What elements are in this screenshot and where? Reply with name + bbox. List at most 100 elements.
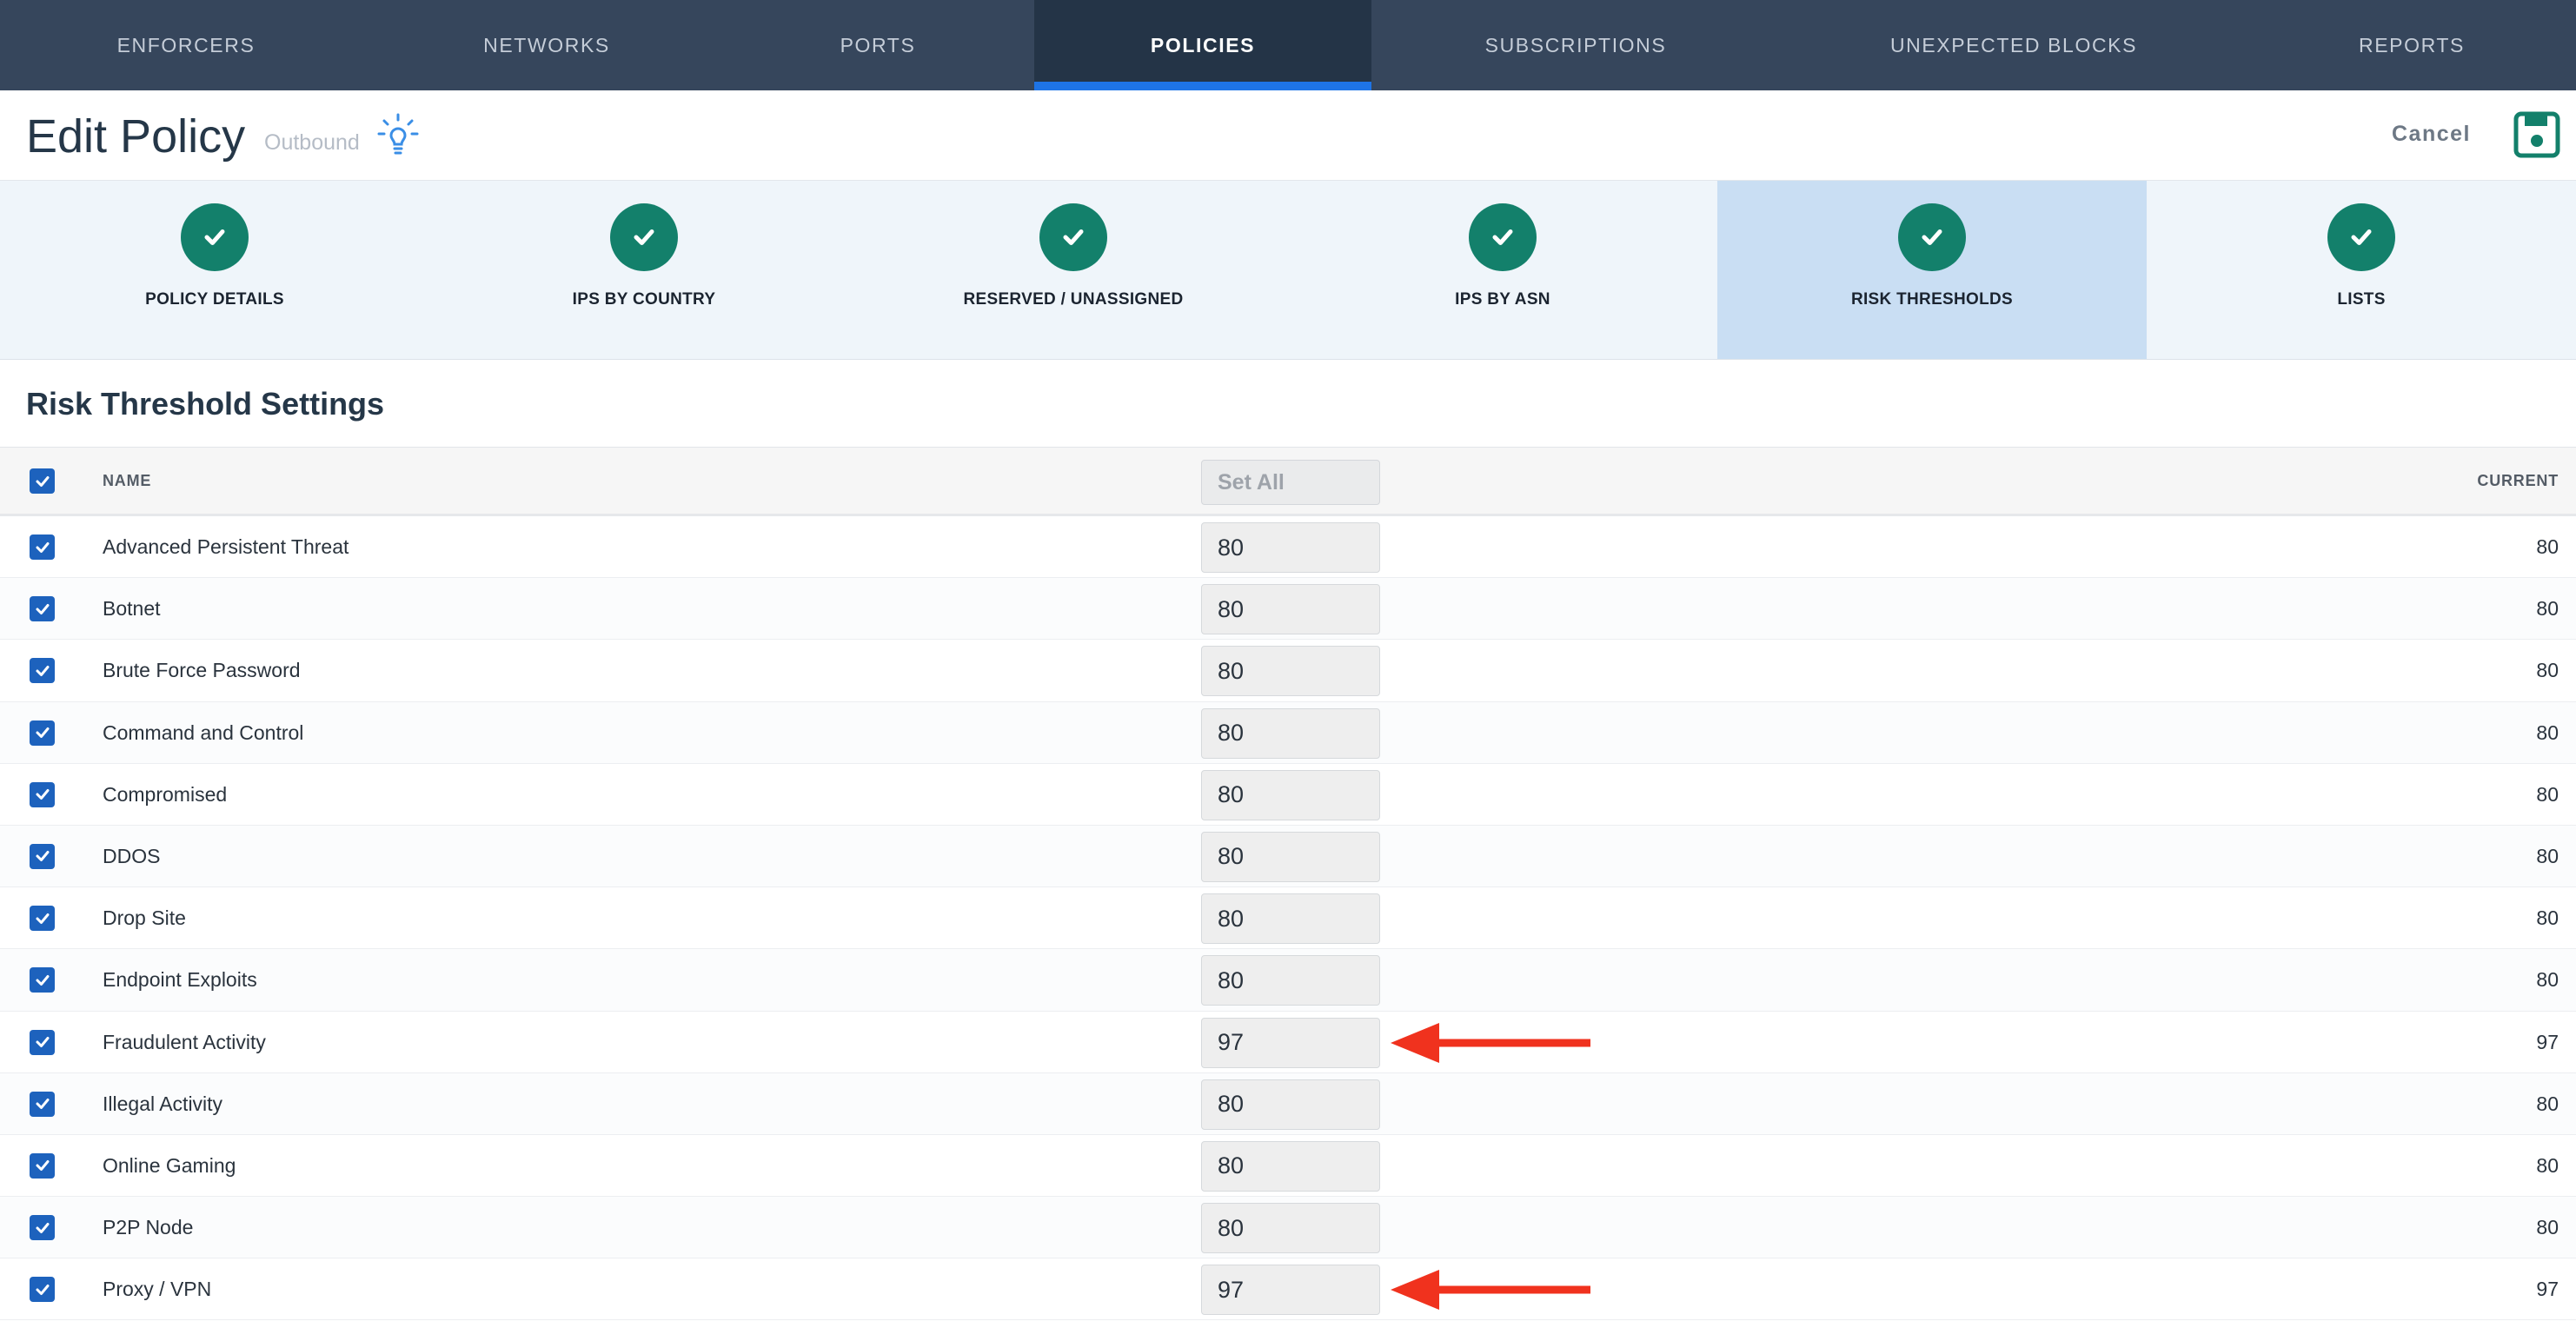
checkmark-icon	[36, 1099, 49, 1110]
checkmark-icon	[36, 1284, 49, 1295]
row-checkbox[interactable]	[30, 658, 55, 684]
select-all-checkbox[interactable]	[30, 468, 55, 494]
threshold-input[interactable]	[1201, 1265, 1380, 1316]
threat-name: Brute Force Password	[103, 659, 301, 682]
table-row: Proxy / VPN 97	[0, 1258, 2576, 1321]
current-value: 80	[2536, 535, 2559, 558]
nav-tab-policies[interactable]: POLICIES	[1034, 0, 1371, 90]
row-checkbox[interactable]	[30, 967, 55, 993]
nav-tab-unexpected-blocks[interactable]: UNEXPECTED BLOCKS	[1780, 0, 2247, 90]
threat-name: Drop Site	[103, 906, 186, 930]
nav-tab-reports[interactable]: REPORTS	[2247, 0, 2576, 90]
row-checkbox[interactable]	[30, 906, 55, 932]
step-label: RESERVED / UNASSIGNED	[963, 290, 1184, 309]
column-header-current: CURRENT	[2477, 472, 2559, 489]
threshold-input[interactable]	[1201, 1203, 1380, 1254]
row-checkbox[interactable]	[30, 596, 55, 622]
table-row: Command and Control 80	[0, 701, 2576, 764]
save-icon[interactable]	[2513, 111, 2560, 158]
step-reserved-unassigned[interactable]: RESERVED / UNASSIGNED	[859, 181, 1288, 359]
page-title: Edit Policy	[26, 110, 246, 163]
row-checkbox[interactable]	[30, 535, 55, 560]
nav-tab-enforcers[interactable]: ENFORCERS	[0, 0, 372, 90]
checkmark-icon	[1492, 229, 1513, 245]
column-header-name: NAME	[103, 472, 152, 489]
checkmark-icon	[36, 727, 49, 739]
threshold-input[interactable]	[1201, 1079, 1380, 1130]
cancel-button[interactable]: Cancel	[2392, 122, 2471, 147]
threat-name: DDOS	[103, 844, 161, 867]
checkmark-icon	[36, 603, 49, 614]
step-complete-badge	[1469, 203, 1537, 271]
current-value: 80	[2536, 720, 2559, 744]
nav-tab-ports[interactable]: PORTS	[721, 0, 1034, 90]
threshold-input[interactable]	[1201, 831, 1380, 882]
current-value: 80	[2536, 782, 2559, 806]
current-value: 97	[2536, 1278, 2559, 1301]
threat-name: Fraudulent Activity	[103, 1030, 266, 1053]
threshold-input[interactable]	[1201, 1140, 1380, 1192]
nav-tab-networks[interactable]: NETWORKS	[372, 0, 721, 90]
step-label: LISTS	[2337, 290, 2386, 309]
current-value: 97	[2536, 1030, 2559, 1053]
table-row: DDOS 80	[0, 825, 2576, 888]
threshold-input[interactable]	[1201, 646, 1380, 697]
nav-tab-subscriptions[interactable]: SUBSCRIPTIONS	[1371, 0, 1780, 90]
table-row: Online Gaming 80	[0, 1134, 2576, 1198]
row-checkbox[interactable]	[30, 1091, 55, 1117]
threat-name: Proxy / VPN	[103, 1278, 212, 1301]
annotation-arrow-icon	[1391, 1270, 1590, 1311]
checkmark-icon	[36, 1160, 49, 1172]
step-risk-thresholds[interactable]: RISK THRESHOLDS	[1717, 181, 2147, 359]
threshold-input[interactable]	[1201, 955, 1380, 1006]
set-all-button[interactable]: Set All	[1201, 460, 1380, 505]
table-body: Advanced Persistent Threat80Botnet80Brut…	[0, 516, 2576, 1321]
step-complete-badge	[2327, 203, 2395, 271]
threshold-input[interactable]	[1201, 1017, 1380, 1068]
checkmark-icon	[36, 974, 49, 986]
step-complete-badge	[1039, 203, 1107, 271]
policy-direction-label: Outbound	[264, 130, 360, 155]
current-value: 80	[2536, 1092, 2559, 1115]
row-checkbox[interactable]	[30, 781, 55, 807]
threat-name: Advanced Persistent Threat	[103, 535, 349, 558]
table-row: Fraudulent Activity 97	[0, 1011, 2576, 1073]
checkmark-icon	[2351, 229, 2372, 245]
threshold-input[interactable]	[1201, 584, 1380, 635]
row-checkbox[interactable]	[30, 1029, 55, 1055]
current-value: 80	[2536, 1216, 2559, 1239]
step-complete-badge	[181, 203, 249, 271]
threshold-input[interactable]	[1201, 707, 1380, 759]
current-value: 80	[2536, 659, 2559, 682]
row-checkbox[interactable]	[30, 1215, 55, 1241]
threat-name: P2P Node	[103, 1216, 194, 1239]
step-label: IPS BY COUNTRY	[572, 290, 716, 309]
threat-name: Endpoint Exploits	[103, 968, 257, 992]
checkmark-icon	[36, 665, 49, 676]
section-title: Risk Threshold Settings	[26, 386, 385, 422]
threat-name: Online Gaming	[103, 1153, 236, 1177]
wizard-steps: POLICY DETAILS IPS BY COUNTRY RESERVED / U…	[0, 181, 2576, 360]
checkmark-icon	[36, 1222, 49, 1233]
row-checkbox[interactable]	[30, 1152, 55, 1179]
threshold-input[interactable]	[1201, 893, 1380, 945]
row-checkbox[interactable]	[30, 843, 55, 869]
step-label: RISK THRESHOLDS	[1850, 290, 2014, 309]
threshold-input[interactable]	[1201, 769, 1380, 820]
table-row: Brute Force Password 80	[0, 640, 2576, 702]
lightbulb-icon[interactable]	[377, 113, 419, 158]
table-row: Illegal Activity 80	[0, 1072, 2576, 1135]
step-policy-details[interactable]: POLICY DETAILS	[0, 181, 429, 359]
checkmark-icon	[204, 229, 225, 245]
step-lists[interactable]: LISTS	[2147, 181, 2576, 359]
step-ips-by-asn[interactable]: IPS BY ASN	[1288, 181, 1717, 359]
table-row: P2P Node 80	[0, 1197, 2576, 1259]
row-checkbox[interactable]	[30, 720, 55, 746]
threshold-input[interactable]	[1201, 522, 1380, 573]
threat-name: Command and Control	[103, 720, 304, 744]
step-label: IPS BY ASN	[1455, 290, 1550, 309]
table-row: Endpoint Exploits 80	[0, 949, 2576, 1012]
step-ips-by-country[interactable]: IPS BY COUNTRY	[429, 181, 859, 359]
row-checkbox[interactable]	[30, 1277, 55, 1303]
checkmark-icon	[36, 1037, 49, 1047]
